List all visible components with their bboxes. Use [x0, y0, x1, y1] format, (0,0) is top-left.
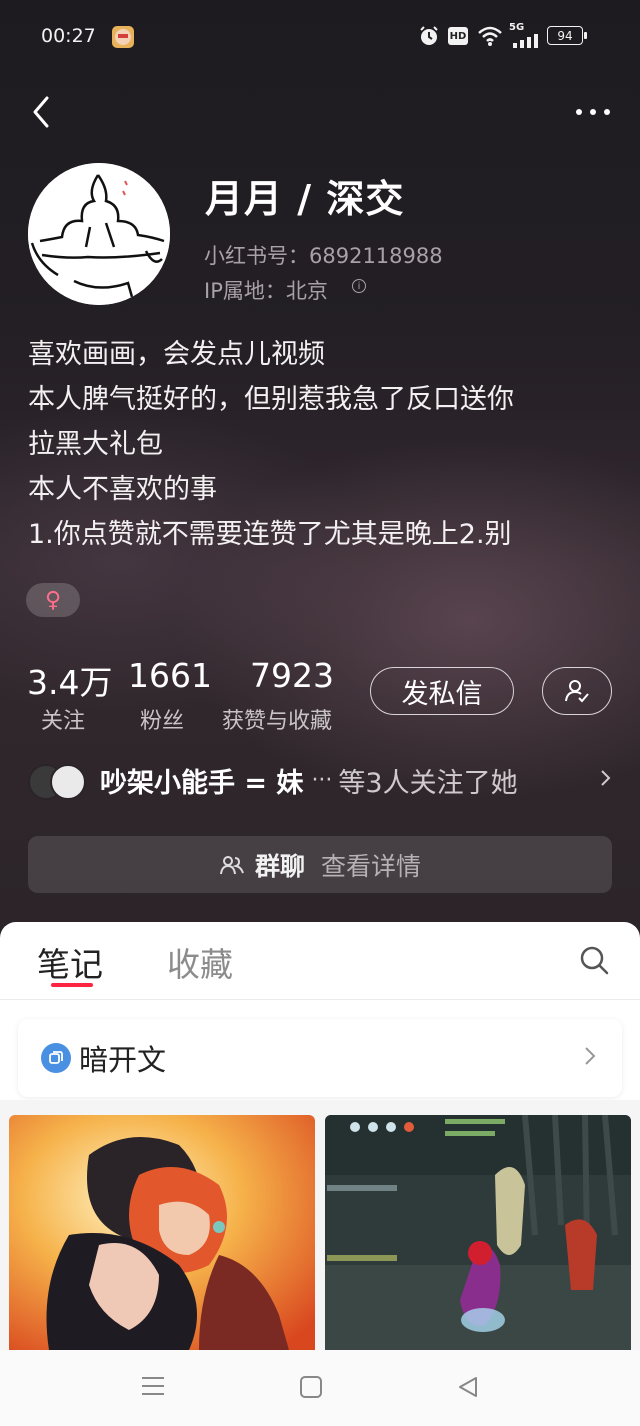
- status-time: 00:27: [41, 25, 96, 47]
- likes-collects-count[interactable]: 7923: [250, 656, 334, 695]
- bio-line: 1.你点赞就不需要连赞了尤其是晚上2.别: [28, 519, 512, 550]
- chevron-right-icon: [584, 1045, 596, 1071]
- avatar[interactable]: [28, 163, 170, 305]
- wifi-icon: [477, 25, 503, 51]
- collection-title: 暗开文: [79, 1043, 167, 1077]
- group-chat-bar[interactable]: 群聊 查看详情: [28, 836, 612, 893]
- group-chat-label: 群聊: [254, 851, 305, 881]
- tabs-divider: [0, 999, 640, 1000]
- followers-count[interactable]: 1661: [128, 656, 212, 695]
- group-icon: [219, 855, 244, 874]
- mutual-follower-name: 吵架小能手 = 妹: [100, 767, 304, 799]
- note-card-illustration[interactable]: [9, 1115, 315, 1350]
- bio-line: 喜欢画画，会发点儿视频: [28, 339, 325, 370]
- group-chat-detail: 查看详情: [321, 851, 422, 881]
- menu-icon: [142, 1377, 164, 1395]
- ip-location: IP属地：北京: [204, 279, 328, 303]
- bio-line: 本人不喜欢的事: [28, 474, 217, 505]
- battery-tip: [584, 32, 587, 39]
- battery-level: 94: [557, 28, 573, 43]
- signal-icon: [513, 33, 539, 52]
- more-dots-icon: [576, 109, 610, 115]
- back-button[interactable]: [28, 94, 56, 130]
- chevron-left-icon: [33, 96, 49, 128]
- back-nav-button[interactable]: [456, 1375, 480, 1399]
- bio[interactable]: 喜欢画画，会发点儿视频 本人脾气挺好的，但别惹我急了反口送你 拉黑大礼包 本人不…: [28, 332, 618, 557]
- chevron-right-icon: [600, 768, 612, 792]
- note-image: [325, 1115, 631, 1350]
- active-tab-indicator: [51, 983, 93, 987]
- recent-apps-button[interactable]: [140, 1375, 166, 1397]
- following-count[interactable]: 3.4万: [27, 656, 112, 704]
- battery-icon: 94: [547, 26, 583, 45]
- xhs-id: 小红书号：6892118988: [204, 244, 443, 268]
- followed-status-button[interactable]: [542, 667, 612, 715]
- ellipsis: ···: [311, 767, 333, 793]
- note-image: [9, 1115, 315, 1350]
- bio-line: 本人脾气挺好的，但别惹我急了反口送你: [28, 384, 514, 415]
- mutual-followers-row[interactable]: 吵架小能手 = 妹 ··· 等3人关注了她: [28, 758, 618, 802]
- gender-female-icon: ♀: [26, 583, 80, 617]
- send-message-button[interactable]: 发私信: [370, 667, 514, 715]
- followers-label[interactable]: 粉丝: [140, 703, 184, 735]
- tab-collections[interactable]: 收藏: [167, 938, 233, 986]
- home-button[interactable]: [299, 1375, 323, 1399]
- mutual-avatar: [50, 764, 86, 800]
- back-triangle-icon: [459, 1377, 477, 1397]
- collection-icon: [41, 1043, 71, 1073]
- avatar-drawing: [28, 163, 170, 305]
- bio-line: 拉黑大礼包: [28, 429, 163, 460]
- user-check-icon: [565, 680, 589, 703]
- tab-notes[interactable]: 笔记: [37, 938, 103, 986]
- network-type: 5G: [509, 22, 525, 33]
- search-icon: [580, 946, 609, 975]
- hd-icon: HD: [448, 27, 468, 45]
- app-notification-icon: [112, 26, 134, 48]
- note-card-game[interactable]: [325, 1115, 631, 1350]
- following-label[interactable]: 关注: [41, 703, 85, 735]
- collection-card[interactable]: 暗开文: [18, 1019, 622, 1097]
- search-button[interactable]: [578, 944, 610, 976]
- mutual-avatars: [28, 760, 94, 800]
- more-options-button[interactable]: [573, 102, 613, 122]
- likes-collects-label[interactable]: 获赞与收藏: [222, 703, 332, 735]
- profile-name: 月月 / 深交: [205, 177, 405, 221]
- mutual-follower-suffix: 等3人关注了她: [338, 767, 518, 799]
- info-icon[interactable]: i: [352, 279, 366, 293]
- home-square-icon: [300, 1376, 322, 1398]
- alarm-icon: [418, 25, 440, 51]
